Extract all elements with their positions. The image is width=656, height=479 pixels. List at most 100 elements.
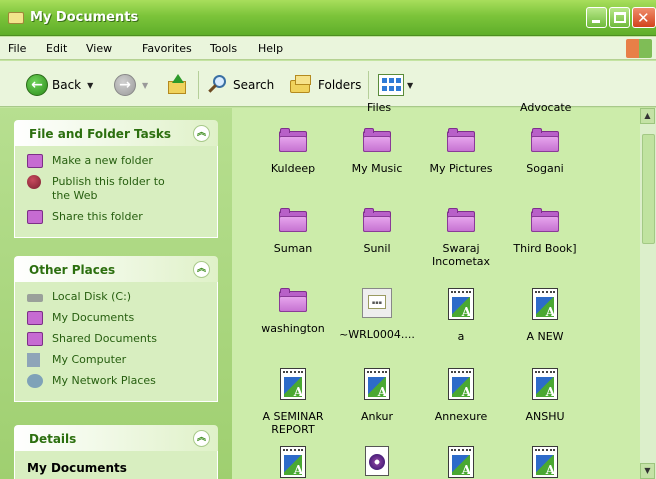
- local-disk-icon: [27, 294, 43, 302]
- folders-button[interactable]: Folders: [290, 73, 361, 97]
- file-list-scrollbar[interactable]: ▲ ▼: [640, 108, 656, 479]
- word-document-icon: [532, 446, 558, 478]
- folder-icon: [363, 208, 391, 232]
- file-item[interactable]: Third Book]: [503, 208, 587, 255]
- task-make-new-folder[interactable]: Make a new folder: [27, 154, 217, 168]
- menu-tools[interactable]: Tools: [210, 42, 237, 55]
- network-places-icon: [27, 374, 43, 388]
- file-label: ANSHU: [525, 410, 565, 423]
- back-button[interactable]: ← Back ▼: [26, 73, 93, 97]
- collapse-chevron-icon[interactable]: ︽: [193, 261, 210, 278]
- minimize-button[interactable]: [586, 7, 607, 28]
- menu-help[interactable]: Help: [258, 42, 283, 55]
- file-item[interactable]: Annexure: [419, 368, 503, 423]
- folders-label: Folders: [318, 78, 362, 92]
- task-publish-folder[interactable]: Publish this folder to the Web: [27, 175, 217, 203]
- file-label: a: [457, 330, 465, 343]
- file-item[interactable]: Ankur: [335, 368, 419, 423]
- file-item[interactable]: Kuldeep: [251, 128, 335, 175]
- file-item[interactable]: a: [419, 288, 503, 343]
- close-icon: ✕: [637, 9, 650, 27]
- panel-title: Other Places: [29, 263, 116, 277]
- file-item[interactable]: A NEW: [503, 288, 587, 343]
- toolbar-separator: [368, 71, 369, 99]
- file-label: A NEW: [526, 330, 564, 343]
- place-label: My Network Places: [52, 374, 156, 387]
- search-icon: [207, 74, 229, 96]
- partial-file-label: Files: [367, 101, 392, 114]
- menu-view[interactable]: View: [86, 42, 112, 55]
- menu-file[interactable]: File: [8, 42, 26, 55]
- task-share-folder[interactable]: Share this folder: [27, 210, 217, 224]
- file-label: Sogani: [526, 162, 564, 175]
- scroll-up-icon[interactable]: ▲: [640, 108, 655, 124]
- file-item[interactable]: ANSHU: [503, 368, 587, 423]
- place-my-documents[interactable]: My Documents: [27, 311, 217, 325]
- file-label: Suman: [273, 242, 313, 255]
- views-icon: [378, 74, 404, 96]
- up-folder-icon: [166, 74, 188, 96]
- windows-logo-icon: [626, 39, 652, 58]
- shared-documents-icon: [27, 332, 43, 346]
- details-name: My Documents: [27, 461, 127, 475]
- place-local-disk[interactable]: Local Disk (C:): [27, 290, 217, 304]
- title-bar[interactable]: My Documents ✕: [0, 0, 656, 36]
- word-document-icon: [448, 288, 474, 320]
- folder-icon: [279, 208, 307, 232]
- file-item[interactable]: My Pictures: [419, 128, 503, 175]
- views-dropdown-icon[interactable]: ▼: [407, 81, 413, 90]
- place-my-computer[interactable]: My Computer: [27, 353, 217, 367]
- word-document-icon: [280, 368, 306, 400]
- word-document-icon: [448, 446, 474, 478]
- folder-icon: [447, 128, 475, 152]
- place-my-network-places[interactable]: My Network Places: [27, 374, 217, 388]
- file-label: ~WRL0004....: [339, 328, 415, 341]
- my-computer-icon: [27, 353, 40, 367]
- folder-icon: [531, 208, 559, 232]
- forward-dropdown-icon[interactable]: ▼: [142, 81, 148, 90]
- scroll-thumb[interactable]: [642, 134, 655, 244]
- file-item[interactable]: Suman: [251, 208, 335, 255]
- file-item[interactable]: Sunil: [335, 208, 419, 255]
- panel-header[interactable]: Details ︽: [14, 425, 218, 451]
- file-item[interactable]: A SEMINAR REPORT: [251, 368, 335, 436]
- file-item[interactable]: Sogani: [503, 128, 587, 175]
- word-document-icon: [532, 368, 558, 400]
- file-label: Swaraj Incometax: [431, 242, 491, 268]
- panel-header[interactable]: File and Folder Tasks ︽: [14, 120, 218, 146]
- place-label: Local Disk (C:): [52, 290, 132, 303]
- scroll-down-icon[interactable]: ▼: [640, 463, 655, 479]
- file-item[interactable]: [251, 446, 335, 478]
- back-label: Back: [52, 78, 82, 92]
- panel-header[interactable]: Other Places ︽: [14, 256, 218, 282]
- collapse-chevron-icon[interactable]: ︽: [193, 430, 210, 447]
- up-folder-button[interactable]: [166, 73, 188, 97]
- file-item[interactable]: [335, 446, 419, 476]
- panel-title: File and Folder Tasks: [29, 127, 172, 141]
- back-dropdown-icon[interactable]: ▼: [87, 81, 93, 90]
- search-button[interactable]: Search: [207, 73, 274, 97]
- file-item[interactable]: ▪▪▪ ~WRL0004....: [335, 288, 419, 341]
- place-shared-documents[interactable]: Shared Documents: [27, 332, 217, 346]
- word-document-icon: [532, 288, 558, 320]
- collapse-chevron-icon[interactable]: ︽: [193, 125, 210, 142]
- window-title: My Documents: [30, 10, 139, 25]
- maximize-button[interactable]: [609, 7, 630, 28]
- close-button[interactable]: ✕: [632, 7, 656, 28]
- file-label: Third Book]: [513, 242, 577, 255]
- file-item[interactable]: [503, 446, 587, 478]
- search-label: Search: [233, 78, 275, 92]
- folder-icon: [8, 12, 24, 24]
- views-button[interactable]: ▼: [378, 73, 413, 97]
- forward-button[interactable]: → ▼: [114, 73, 148, 97]
- file-item[interactable]: Swaraj Incometax: [419, 208, 503, 268]
- menu-favorites[interactable]: Favorites: [142, 42, 192, 55]
- menu-edit[interactable]: Edit: [46, 42, 67, 55]
- folder-icon: [279, 128, 307, 152]
- file-item[interactable]: washington: [251, 288, 335, 335]
- file-label: A SEMINAR REPORT: [262, 410, 324, 436]
- file-label: Annexure: [434, 410, 488, 423]
- file-label: My Music: [351, 162, 403, 175]
- file-item[interactable]: [419, 446, 503, 478]
- file-item[interactable]: My Music: [335, 128, 419, 175]
